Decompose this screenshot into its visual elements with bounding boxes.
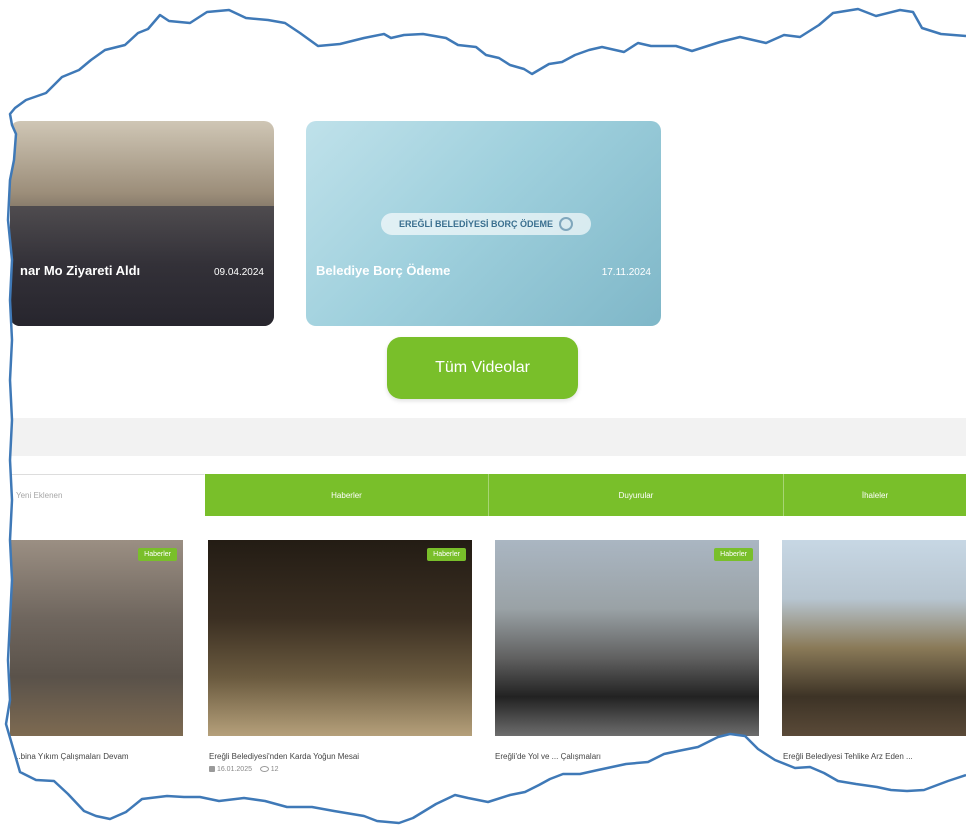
torn-paper-overlay [0, 0, 966, 833]
